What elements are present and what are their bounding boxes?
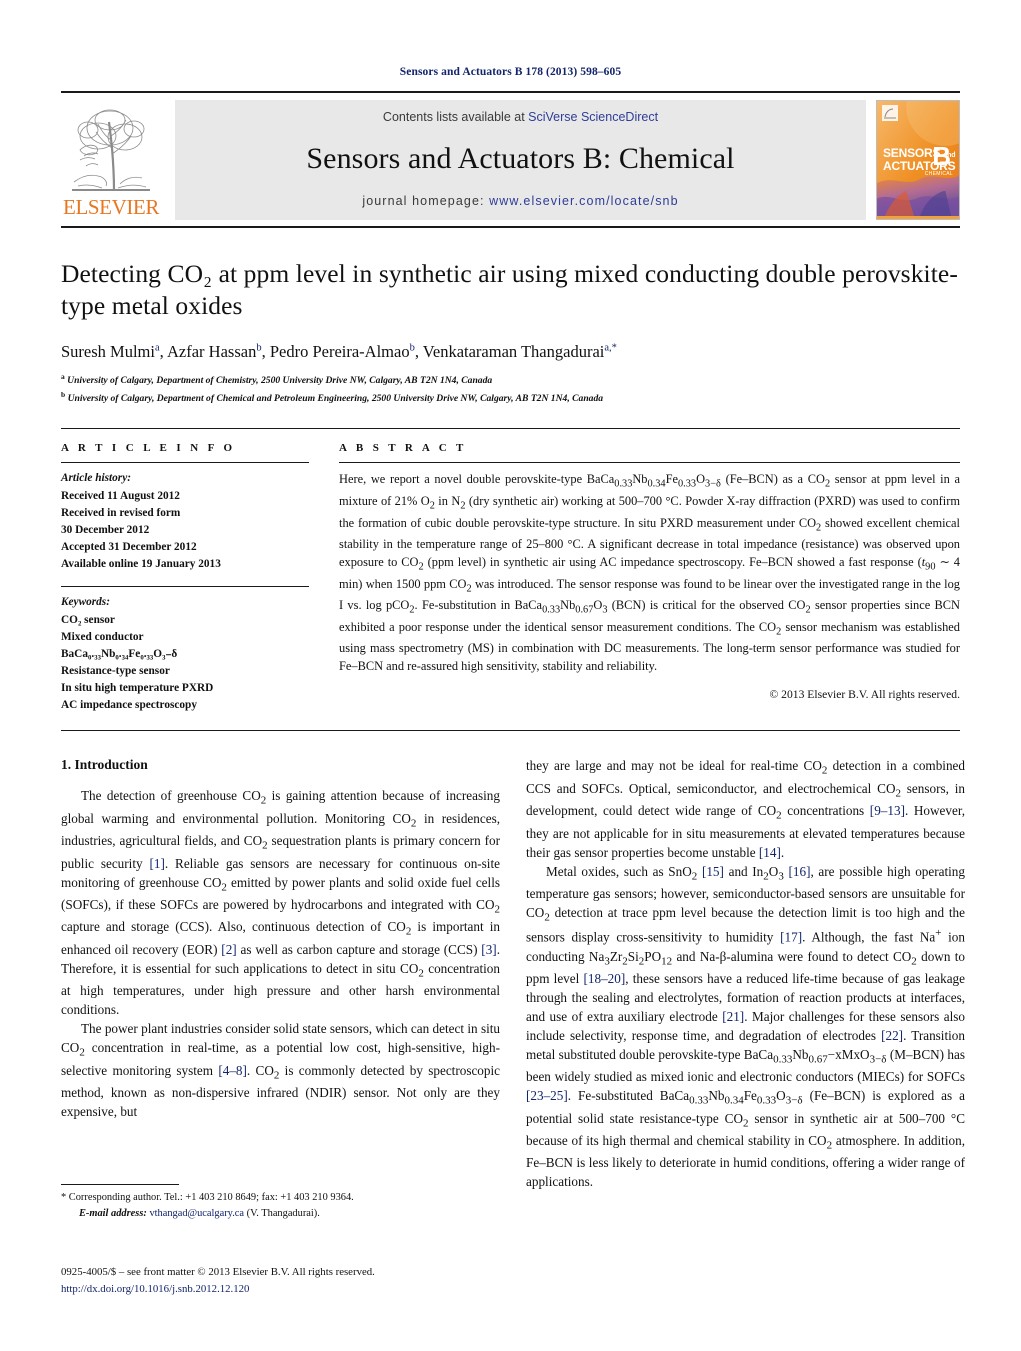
keywords-label: Keywords: [61,596,110,609]
history-item-2: 30 December 2012 [61,523,150,536]
page-title: Detecting CO₂ at ppm level in synthetic … [61,259,958,321]
running-head: Sensors and Actuators B 178 (2013) 598–6… [399,66,622,78]
elsevier-tree-icon [72,109,150,191]
cover-elsevier-mark-icon [882,105,898,121]
article-info-heading: A R T I C L E I N F O [61,442,236,455]
keyword-3: Resistance-type sensor [61,664,170,677]
email-line: E-mail address: vthangad@ucalgary.ca (V.… [61,1206,500,1222]
affiliation-a: a University of Calgary, Department of C… [61,371,960,389]
body-columns: 1. Introduction The detection of greenho… [61,757,965,1192]
journal-homepage-line: journal homepage: www.elsevier.com/locat… [362,194,678,208]
imprint-block: 0925-4005/$ – see front matter © 2013 El… [61,1264,531,1297]
article-history: Article history: Received 11 August 2012… [61,470,309,573]
cover-subtitle: CHEMICAL [924,171,953,177]
body-column-right: they are large and may not be ideal for … [526,757,965,1192]
affiliation-b-text: University of Calgary, Department of Che… [67,393,604,405]
abstract-column: A B S T R A C T Here, we report a novel … [339,442,960,714]
keywords-block: Keywords: CO₂ sensor Mixed conductor BaC… [61,594,309,714]
journal-homepage-link[interactable]: www.elsevier.com/locate/snb [489,194,679,208]
issn-line: 0925-4005/$ – see front matter © 2013 El… [61,1266,375,1278]
author-0: Suresh Mulmi [61,342,155,362]
keyword-5: AC impedance spectroscopy [61,699,197,712]
intro-paragraph-2: The power plant industries consider soli… [61,1021,501,1119]
journal-article-page: Sensors and Actuators B 178 (2013) 598–6… [0,0,1021,1351]
abstract-heading: A B S T R A C T [339,442,467,455]
history-item-3: Accepted 31 December 2012 [61,541,197,554]
elsevier-wordmark: ELSEVIER [63,195,159,219]
info-section-top-rule [61,428,960,430]
homepage-prefix: journal homepage: [362,194,490,208]
affiliation-a-marker: a [61,372,65,382]
email-label: E-mail address: [79,1207,147,1219]
corresponding-author-note: * Corresponding author. Tel.: +1 403 210… [61,1190,500,1221]
journal-cover-thumbnail: SENSORS and ACTUATORS B CHEMICAL [876,100,960,220]
author-1-affil-marker[interactable]: b [256,343,261,354]
author-0-affil-marker[interactable]: a [155,343,160,354]
history-item-1: Received in revised form [61,506,181,519]
affiliation-b-marker: b [61,389,66,399]
author-list: Suresh Mulmia, Azfar Hassanb, Pedro Pere… [61,342,617,362]
keyword-4: In situ high temperature PXRD [61,682,214,695]
corresponding-author-line: * Corresponding author. Tel.: +1 403 210… [61,1192,354,1203]
body-column-left: 1. Introduction The detection of greenho… [61,757,500,1192]
author-2: Pedro Pereira-Almao [269,342,410,362]
masthead-bottom-rule [61,226,960,228]
intro-paragraph-1: The detection of greenhouse CO2 is gaini… [61,788,500,1018]
contents-prefix: Contents lists available at [382,110,529,124]
affiliation-list: a University of Calgary, Department of C… [61,371,960,406]
journal-title: Sensors and Actuators B: Chemical [306,142,735,175]
contents-list-line: Contents lists available at SciVerse Sci… [383,110,658,124]
footnote-block: * Corresponding author. Tel.: +1 403 210… [61,1184,500,1221]
intro-paragraph-3: Metal oxides, such as SnO2 [15] and In2O… [526,863,966,1190]
abstract-copyright: © 2013 Elsevier B.V. All rights reserved… [769,687,960,701]
footnote-rule [61,1184,179,1185]
info-abstract-section: A R T I C L E I N F O Article history: R… [61,442,960,714]
history-item-0: Received 11 August 2012 [61,489,180,502]
title-block: Detecting CO₂ at ppm level in synthetic … [61,258,960,406]
keywords-rule [61,586,309,588]
affiliation-b: b University of Calgary, Department of C… [61,389,960,407]
abstract-text: Here, we report a novel double perovskit… [339,472,961,674]
cover-series-letter: B [932,141,951,171]
info-section-bottom-rule [61,730,960,732]
keyword-0: CO₂ sensor [61,613,115,626]
article-info-column: A R T I C L E I N F O Article history: R… [61,442,309,714]
article-history-label: Article history: [61,472,131,485]
section-heading-introduction: 1. Introduction [61,757,148,773]
author-2-affil-marker[interactable]: b [410,343,415,354]
article-info-rule [61,462,309,464]
masthead-banner: Contents lists available at SciVerse Sci… [175,100,866,220]
elsevier-logo: ELSEVIER [61,100,161,220]
sciencedirect-link[interactable]: SciVerse ScienceDirect [528,110,658,124]
intro-paragraph-2-cont: they are large and may not be ideal for … [526,758,965,860]
email-suffix: (V. Thangadurai). [246,1207,320,1219]
keyword-1: Mixed conductor [61,630,144,643]
keyword-2: BaCa₀.₃₃Nb₀.₃₄Fe₀.₃₃O₃₋δ [61,647,178,660]
author-3-affil-marker[interactable]: a,* [604,343,617,354]
email-link[interactable]: vthangad@ucalgary.ca [149,1208,244,1219]
author-3: Venkataraman Thangadurai [422,342,605,362]
masthead: ELSEVIER Contents lists available at Sci… [61,91,960,220]
abstract-rule [339,462,960,464]
history-item-4: Available online 19 January 2013 [61,558,221,571]
affiliation-a-text: University of Calgary, Department of Che… [67,375,493,387]
doi-link[interactable]: http://dx.doi.org/10.1016/j.snb.2012.12.… [61,1281,531,1298]
author-1: Azfar Hassan [166,342,257,362]
